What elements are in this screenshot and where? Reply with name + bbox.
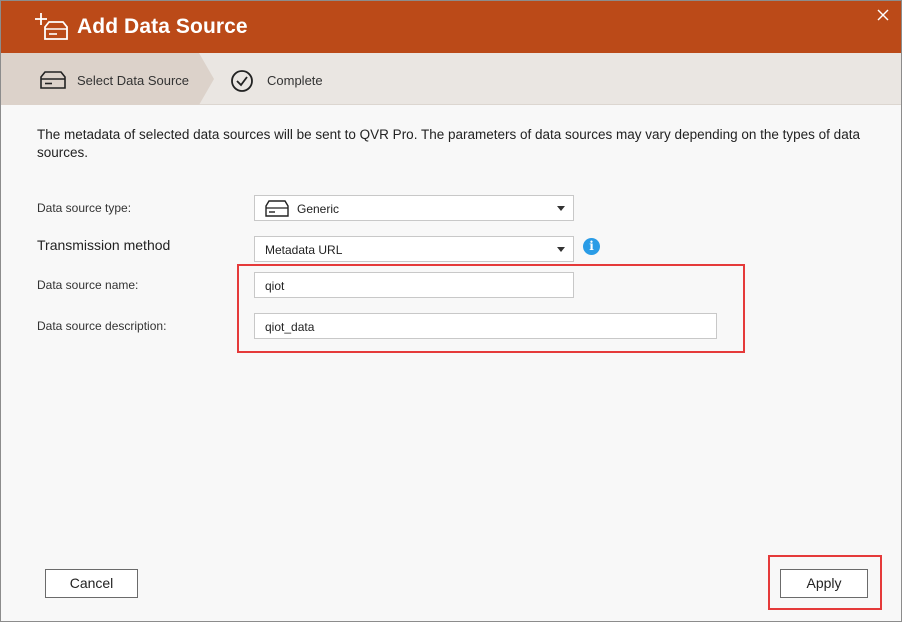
storage-icon (40, 71, 66, 89)
storage-icon (265, 200, 289, 217)
step-select-data-source: Select Data Source (1, 53, 214, 105)
chevron-down-icon (557, 206, 565, 211)
step-label: Select Data Source (77, 73, 190, 88)
check-circle-icon (231, 70, 253, 92)
add-storage-icon (35, 13, 68, 40)
transmission-method-select[interactable]: Metadata URL (254, 236, 574, 262)
dialog-description: The metadata of selected data sources wi… (37, 127, 860, 160)
apply-button[interactable]: Apply (780, 569, 868, 598)
data-source-name-label: Data source name: (37, 278, 139, 292)
transmission-method-label: Transmission method (37, 237, 171, 253)
data-source-name-field[interactable]: qiot (254, 272, 574, 298)
data-source-description-label: Data source description: (37, 319, 167, 333)
dialog-title: Add Data Source (77, 15, 248, 38)
add-data-source-dialog: Add Data Source Select Data Source Compl… (0, 0, 902, 622)
close-icon[interactable] (875, 7, 891, 23)
select-value: Generic (297, 202, 340, 216)
chevron-down-icon (557, 247, 565, 252)
select-value: Metadata URL (265, 243, 343, 257)
step-label: Complete (267, 73, 323, 88)
data-source-description-field[interactable]: qiot_data (254, 313, 717, 339)
wizard-steps: Select Data Source Complete (1, 53, 901, 105)
dialog-titlebar: Add Data Source (1, 1, 901, 53)
cancel-button[interactable]: Cancel (45, 569, 138, 598)
data-source-type-select[interactable]: Generic (254, 195, 574, 221)
data-source-type-label: Data source type: (37, 201, 132, 215)
info-icon[interactable]: i (583, 238, 600, 255)
